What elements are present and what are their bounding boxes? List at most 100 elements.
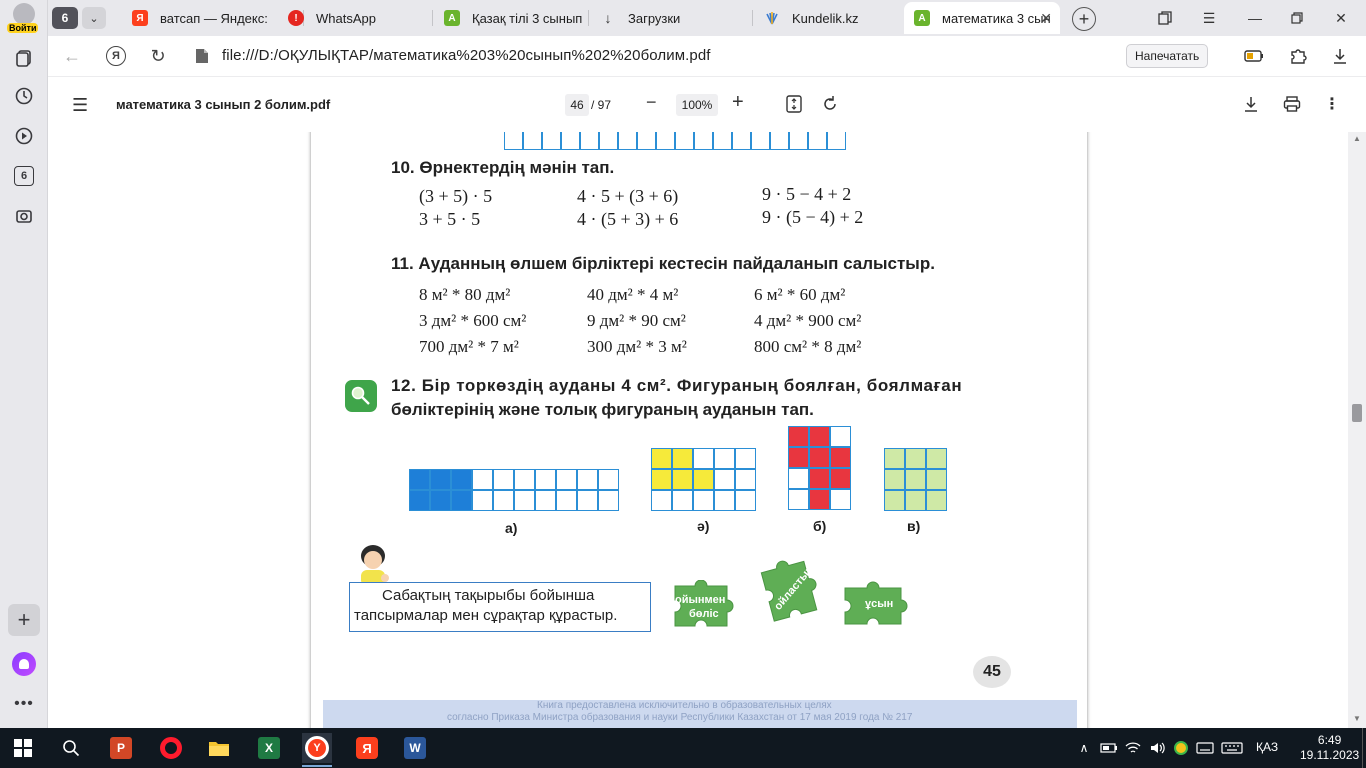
security-icon[interactable] <box>1170 733 1192 763</box>
screenshot-icon[interactable] <box>8 200 40 232</box>
tab-downloads[interactable]: ↓ Загрузки <box>590 2 750 34</box>
restore-icon[interactable] <box>1282 6 1312 30</box>
bubble-line1: Сабақтың тақырыбы бойынша <box>382 587 595 604</box>
menu-icon[interactable]: ☰ <box>1194 6 1224 30</box>
download-pdf-icon[interactable] <box>1240 93 1262 115</box>
history-icon[interactable] <box>8 80 40 112</box>
grid-cell <box>884 469 905 490</box>
word-icon[interactable]: W <box>400 733 430 763</box>
window-switch-icon[interactable] <box>1150 6 1180 30</box>
yandex-app-icon[interactable]: Я <box>352 733 382 763</box>
grid-cell <box>656 132 675 150</box>
grid-cell <box>735 448 756 469</box>
zoom-out-icon[interactable]: − <box>646 92 657 113</box>
tabs-dropdown-icon[interactable]: ⌄ <box>82 7 106 29</box>
print-button[interactable]: Напечатать <box>1126 44 1209 68</box>
url-field[interactable]: file:///D:/ОҚУЛЫҚТАР/математика%203%20сы… <box>222 47 711 64</box>
yandex-icon[interactable]: Я <box>104 44 128 68</box>
tab-kazakh-language[interactable]: A Қазақ тілі 3 сынып <box>434 2 584 34</box>
minimize-icon[interactable]: — <box>1240 6 1270 30</box>
wifi-icon[interactable] <box>1122 733 1144 763</box>
grid-cell <box>542 132 561 150</box>
file-explorer-icon[interactable] <box>204 733 234 763</box>
back-icon[interactable]: ← <box>60 44 84 68</box>
grid-cell <box>598 490 619 511</box>
tab-math-pdf[interactable]: A математика 3 сын ✕ <box>904 2 1060 34</box>
page-number-input[interactable]: 46 <box>565 94 589 116</box>
print-icon[interactable] <box>1281 93 1303 115</box>
address-bar: ← Я ↻ file:///D:/ОҚУЛЫҚТАР/математика%20… <box>48 36 1366 76</box>
grid-cell <box>580 132 599 150</box>
login-button[interactable]: Войти <box>7 3 39 33</box>
extensions-icon[interactable] <box>1286 44 1310 68</box>
more-options-icon[interactable]: ⋮ <box>1321 93 1343 115</box>
pdf-toolbar: ☰ математика 3 сынып 2 болим.pdf 46 / 97… <box>48 76 1366 132</box>
collections-icon[interactable] <box>8 42 40 74</box>
grid-cell <box>514 490 535 511</box>
zoom-in-icon[interactable]: + <box>732 91 744 114</box>
close-tab-icon[interactable]: ✕ <box>1040 10 1052 27</box>
fit-page-icon[interactable] <box>783 93 805 115</box>
grid-cell <box>884 490 905 511</box>
zoom-input[interactable]: 100% <box>676 94 718 116</box>
opera-icon[interactable] <box>156 733 186 763</box>
tab-whatsapp[interactable]: ! WhatsApp <box>278 2 428 34</box>
volume-icon[interactable] <box>1146 733 1168 763</box>
yandex-browser-icon[interactable]: Y <box>302 733 332 763</box>
pdf-viewer[interactable]: 10. Өрнектердің мәнін тап. (3 + 5) · 5 3… <box>48 132 1348 728</box>
grid-cell <box>694 132 713 150</box>
grid-cell <box>809 468 830 489</box>
alice-icon[interactable] <box>8 648 40 680</box>
close-window-icon[interactable]: ✕ <box>1326 6 1356 30</box>
expression: (3 + 5) · 5 <box>419 186 493 206</box>
grid-cell <box>789 132 808 150</box>
input-keyboard-icon[interactable] <box>1218 733 1246 763</box>
grid-cell <box>926 469 947 490</box>
windows-start-icon[interactable] <box>8 733 38 763</box>
badge-6-icon[interactable]: 6 <box>8 160 40 192</box>
comparison: 9 дм² * 90 см² <box>587 311 686 330</box>
bubble-line2: тапсырмалар мен сұрақтар құрастыр. <box>354 607 618 624</box>
whatsapp-error-icon: ! <box>288 10 304 26</box>
grid-cell <box>672 490 693 511</box>
okulyk-favicon-icon: A <box>914 10 930 26</box>
clock[interactable]: 6:49 19.11.2023 <box>1300 733 1359 763</box>
grid-cell <box>713 132 732 150</box>
expression: 3 + 5 · 5 <box>419 209 481 229</box>
add-panel-icon[interactable]: + <box>8 604 40 636</box>
show-desktop-button[interactable] <box>1362 728 1366 768</box>
puzzle-think-icon: ойластыр <box>759 556 821 626</box>
grid-cell <box>809 426 830 447</box>
grid-cell <box>809 489 830 510</box>
tab-label: WhatsApp <box>316 10 376 26</box>
tray-expand-icon[interactable]: ∧ <box>1074 733 1094 763</box>
tab-yandex-search[interactable]: Я ватсап — Яндекс: <box>122 2 302 34</box>
language-indicator[interactable]: ҚАЗ <box>1256 740 1278 754</box>
grid-cell <box>905 469 926 490</box>
scroll-thumb[interactable] <box>1352 404 1362 422</box>
battery-icon[interactable] <box>1098 733 1120 763</box>
reload-icon[interactable]: ↻ <box>146 44 170 68</box>
grid-cell <box>884 448 905 469</box>
rotate-icon[interactable] <box>819 93 841 115</box>
powerpoint-icon[interactable]: P <box>106 733 136 763</box>
tab-count-badge[interactable]: 6 <box>52 7 78 29</box>
pdf-menu-icon[interactable]: ☰ <box>72 95 88 116</box>
excel-icon[interactable]: X <box>254 733 284 763</box>
task11-col3: 6 м² * 60 дм² 4 дм² * 900 см² 800 см² * … <box>754 282 861 360</box>
scroll-down-icon[interactable]: ▼ <box>1353 714 1361 723</box>
scroll-up-icon[interactable]: ▲ <box>1353 134 1361 143</box>
tab-label: Қазақ тілі 3 сынып <box>472 10 583 26</box>
more-icon[interactable]: ••• <box>8 688 40 720</box>
keyboard-icon[interactable] <box>1194 733 1216 763</box>
puzzle-label: ұсын <box>865 598 894 610</box>
downloads-icon[interactable] <box>1328 44 1352 68</box>
video-icon[interactable] <box>8 120 40 152</box>
tab-kundelik[interactable]: Kundelik.kz <box>754 2 904 34</box>
battery-saver-icon[interactable] <box>1242 44 1266 68</box>
new-tab-button[interactable]: + <box>1072 7 1096 31</box>
grid-cell <box>430 490 451 511</box>
vertical-scrollbar[interactable]: ▲ ▼ <box>1348 132 1366 728</box>
search-icon[interactable] <box>56 733 86 763</box>
expression: 4 · (5 + 3) + 6 <box>577 209 679 229</box>
